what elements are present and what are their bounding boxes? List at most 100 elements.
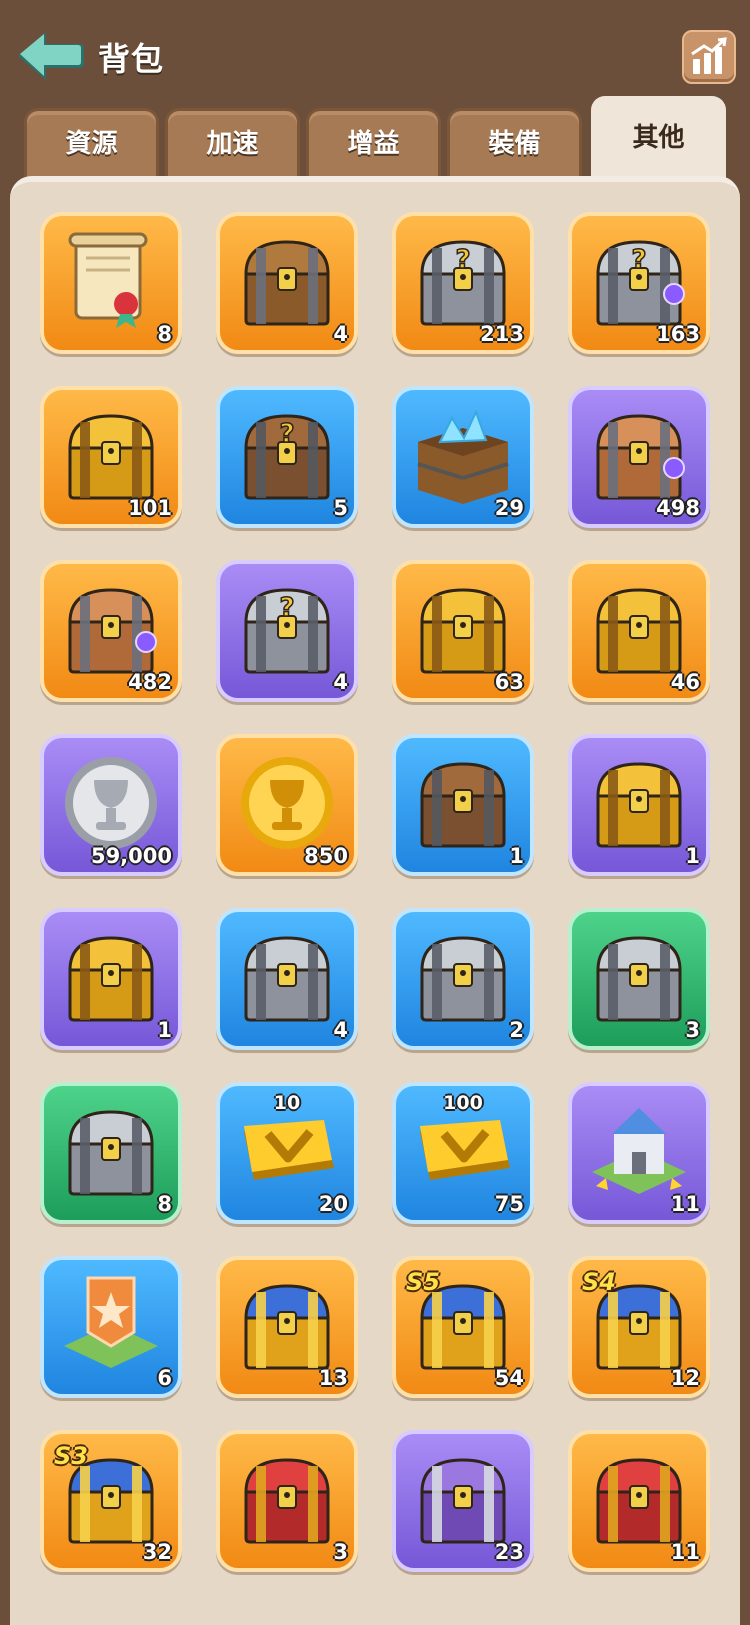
inventory-item[interactable]: 1 xyxy=(392,734,534,876)
item-count: 20 xyxy=(318,1192,348,1216)
item-count: 12 xyxy=(670,1366,700,1390)
crystal-crate-icon xyxy=(417,409,509,504)
ornate-gold-chest-icon xyxy=(596,588,682,674)
item-count: 1 xyxy=(685,844,700,868)
speedup-chest-icon xyxy=(596,936,682,1022)
inventory-item[interactable]: 11 xyxy=(568,1430,710,1572)
inventory-panel: 8 4? 213? 163 101? 5 29 498 482? 4 63 46 59,000 850 1 1… xyxy=(10,176,740,1625)
item-count: 11 xyxy=(670,1192,700,1216)
inventory-item[interactable]: 11 xyxy=(568,1082,710,1224)
item-count: 32 xyxy=(142,1540,172,1564)
inventory-item[interactable]: S5 54 xyxy=(392,1256,534,1398)
inventory-item[interactable]: 63 xyxy=(392,560,534,702)
inventory-item[interactable]: 4 xyxy=(216,212,358,354)
hero-chest-icon xyxy=(244,240,330,326)
inventory-item[interactable]: 1 xyxy=(40,908,182,1050)
item-count: 3 xyxy=(333,1540,348,1564)
inventory-item[interactable]: 46 xyxy=(568,560,710,702)
inventory-item[interactable]: ? 213 xyxy=(392,212,534,354)
tab-other[interactable]: 其他 xyxy=(591,96,726,180)
tab-boosts[interactable]: 增益 xyxy=(306,108,441,180)
item-count: 11 xyxy=(670,1540,700,1564)
scroll-icon xyxy=(68,232,148,328)
scroll-shell-chest-icon xyxy=(420,936,506,1022)
item-count: 8 xyxy=(157,1192,172,1216)
item-count: 4 xyxy=(333,1018,348,1042)
mystery-equipment-chest-icon: ? xyxy=(420,240,506,326)
inventory-item[interactable]: 6 xyxy=(40,1256,182,1398)
season-badge: S5 xyxy=(406,1268,440,1296)
stats-button[interactable] xyxy=(682,30,736,84)
inventory-item[interactable]: 13 xyxy=(216,1256,358,1398)
item-count: 63 xyxy=(494,670,524,694)
inventory-item[interactable]: 482 xyxy=(40,560,182,702)
inventory-item[interactable]: 23 xyxy=(392,1430,534,1572)
page-title: 背包 xyxy=(98,40,165,78)
inventory-item[interactable]: 850 xyxy=(216,734,358,876)
tab-equipment[interactable]: 裝備 xyxy=(447,108,582,180)
item-count: 29 xyxy=(494,496,524,520)
red-gold-chest-icon xyxy=(596,1458,682,1544)
inventory-item[interactable]: 3 xyxy=(216,1430,358,1572)
item-count: 163 xyxy=(656,322,700,346)
item-count: 101 xyxy=(128,496,172,520)
back-button[interactable] xyxy=(14,26,86,86)
inventory-item[interactable]: 4 xyxy=(216,908,358,1050)
exp-book-chest-icon xyxy=(244,936,330,1022)
golden-scroll-chest-icon xyxy=(68,414,154,500)
item-count: 8 xyxy=(157,322,172,346)
tab-resources[interactable]: 資源 xyxy=(24,108,159,180)
bronze-gem-chest-icon xyxy=(596,414,685,500)
gold-trim-chest-icon xyxy=(420,588,506,674)
top-bar: 背包 xyxy=(0,0,750,110)
purple-silver-chest-icon xyxy=(420,1458,506,1544)
item-count: 850 xyxy=(304,844,348,868)
inventory-item[interactable]: 59,000 xyxy=(40,734,182,876)
tab-speedups[interactable]: 加速 xyxy=(165,108,300,180)
item-count: 1 xyxy=(509,844,524,868)
svg-text:?: ? xyxy=(279,593,294,623)
inventory-grid: 8 4? 213? 163 101? 5 29 498 482? 4 63 46 59,000 850 1 1… xyxy=(10,182,740,1625)
bar-chart-icon xyxy=(691,37,727,74)
gold-trophy-coin-icon xyxy=(241,757,333,849)
potion-chest-icon xyxy=(420,762,506,848)
inventory-item[interactable]: 1 xyxy=(568,734,710,876)
inventory-item[interactable]: 29 xyxy=(392,386,534,528)
wooden-mystery-chest-icon: ? xyxy=(244,414,330,500)
item-tier-label: 10 xyxy=(273,1092,301,1114)
item-count: 2 xyxy=(509,1018,524,1042)
inventory-item[interactable]: 100 75 xyxy=(392,1082,534,1224)
item-count: 4 xyxy=(333,322,348,346)
item-count: 13 xyxy=(318,1366,348,1390)
inventory-item[interactable]: ? 163 xyxy=(568,212,710,354)
silver-mystery-chest-icon: ? xyxy=(244,588,330,674)
inventory-item[interactable]: ? 5 xyxy=(216,386,358,528)
bronze-gem-chest-icon xyxy=(68,588,157,674)
inventory-item[interactable]: 8 xyxy=(40,212,182,354)
item-count: 213 xyxy=(480,322,524,346)
inventory-item[interactable]: 498 xyxy=(568,386,710,528)
svg-text:?: ? xyxy=(631,245,646,275)
item-count: 54 xyxy=(494,1366,524,1390)
inventory-item[interactable]: S3 32 xyxy=(40,1430,182,1572)
inventory-item[interactable]: ? 4 xyxy=(216,560,358,702)
season-badge: S4 xyxy=(582,1268,616,1296)
item-count: 4 xyxy=(333,670,348,694)
item-count: 1 xyxy=(157,1018,172,1042)
item-count: 46 xyxy=(670,670,700,694)
season-badge: S3 xyxy=(54,1442,88,1470)
treasure-pile-chest-icon xyxy=(244,1284,330,1370)
inventory-item[interactable]: 2 xyxy=(392,908,534,1050)
item-count: 6 xyxy=(157,1366,172,1390)
inventory-item[interactable]: 3 xyxy=(568,908,710,1050)
inventory-item[interactable]: 10 20 xyxy=(216,1082,358,1224)
inventory-item[interactable]: S4 12 xyxy=(568,1256,710,1398)
inventory-item[interactable]: 8 xyxy=(40,1082,182,1224)
item-count: 498 xyxy=(656,496,700,520)
speedup-chest-icon xyxy=(68,1110,154,1196)
castle-relocate-icon xyxy=(592,1108,686,1194)
item-count: 75 xyxy=(494,1192,524,1216)
inventory-item[interactable]: 101 xyxy=(40,386,182,528)
hammer-chest-icon xyxy=(68,936,154,1022)
starfish-chest-icon xyxy=(596,762,682,848)
